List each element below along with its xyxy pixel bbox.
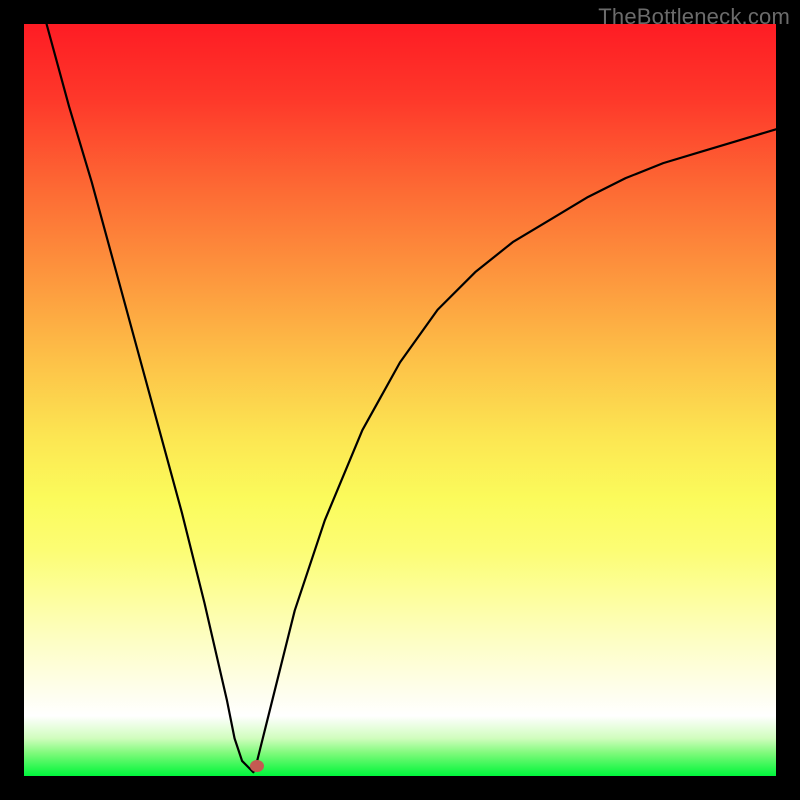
bottleneck-marker xyxy=(250,760,264,772)
chart-container: TheBottleneck.com xyxy=(0,0,800,800)
plot-area xyxy=(24,24,776,776)
bottleneck-curve xyxy=(24,24,776,776)
